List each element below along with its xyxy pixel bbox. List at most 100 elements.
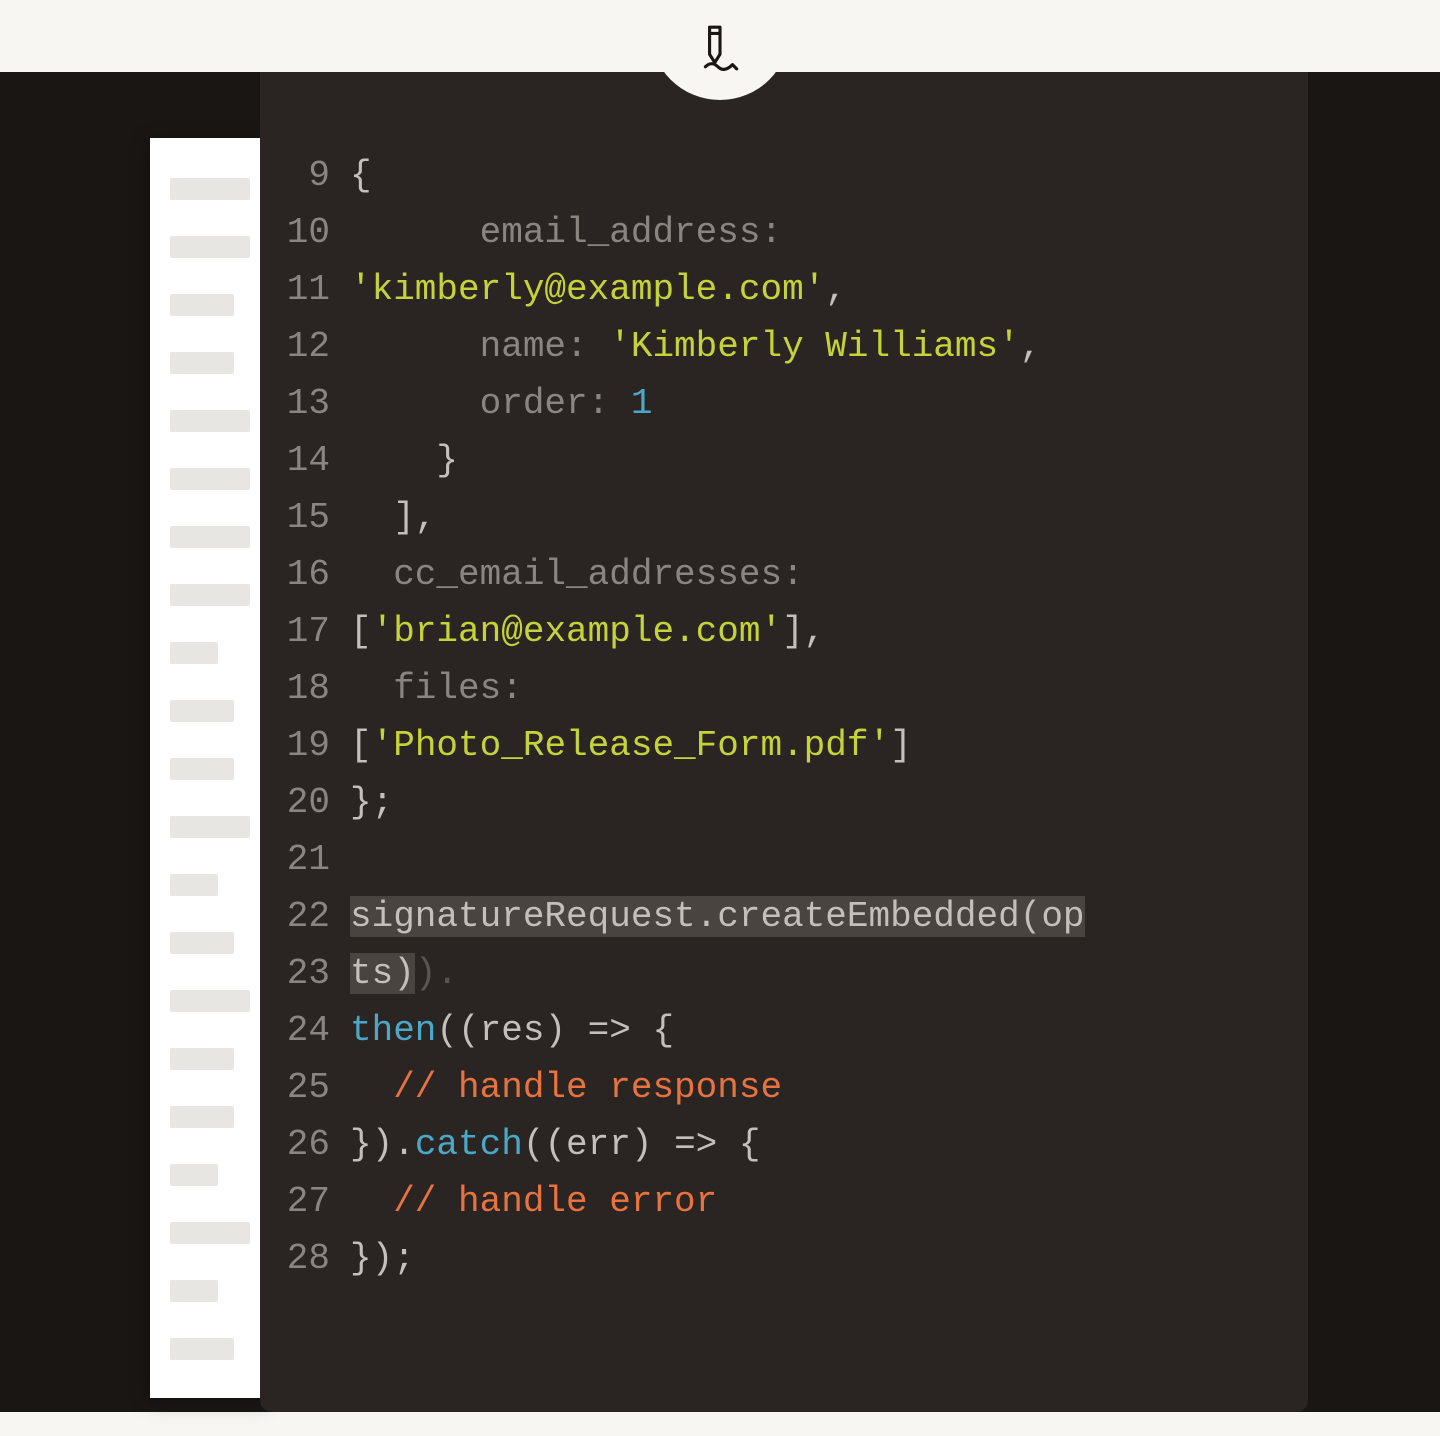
doc-placeholder-line: [170, 1222, 250, 1244]
doc-placeholder-line: [170, 352, 234, 374]
code-line[interactable]: 21: [280, 831, 1288, 888]
code-token: };: [350, 782, 393, 823]
code-content[interactable]: signatureRequest.createEmbedded(op: [350, 888, 1288, 945]
code-line[interactable]: 13 order: 1: [280, 375, 1288, 432]
doc-placeholder-line: [170, 1280, 218, 1302]
code-content[interactable]: ],: [350, 489, 1288, 546]
line-number: 12: [280, 318, 350, 375]
doc-placeholder-line: [170, 1338, 234, 1360]
code-token: [: [350, 725, 372, 766]
code-line[interactable]: 27 // handle error: [280, 1173, 1288, 1230]
code-token: name:: [350, 326, 609, 367]
code-line[interactable]: 28});: [280, 1230, 1288, 1287]
code-line[interactable]: 16 cc_email_addresses:: [280, 546, 1288, 603]
code-line[interactable]: 19['Photo_Release_Form.pdf']: [280, 717, 1288, 774]
code-line[interactable]: 12 name: 'Kimberly Williams',: [280, 318, 1288, 375]
doc-placeholder-line: [170, 932, 234, 954]
code-line[interactable]: 14 }: [280, 432, 1288, 489]
code-line[interactable]: 20};: [280, 774, 1288, 831]
code-token: cc_email_addresses:: [350, 554, 804, 595]
code-content[interactable]: // handle error: [350, 1173, 1288, 1230]
code-editor[interactable]: 9{10 email_address:11'kimberly@example.c…: [260, 72, 1308, 1412]
code-token: // handle response: [350, 1067, 782, 1108]
code-line[interactable]: 10 email_address:: [280, 204, 1288, 261]
code-token: ,: [1020, 326, 1042, 367]
code-token: catch: [415, 1124, 523, 1165]
code-content[interactable]: }).catch((err) => {: [350, 1116, 1288, 1173]
line-number: 10: [280, 204, 350, 261]
line-number: 25: [280, 1059, 350, 1116]
code-content[interactable]: {: [350, 147, 1288, 204]
code-content[interactable]: // handle response: [350, 1059, 1288, 1116]
code-token: email_address:: [350, 212, 782, 253]
code-token: then: [350, 1010, 436, 1051]
doc-placeholder-line: [170, 990, 250, 1012]
code-content[interactable]: ts)).: [350, 945, 1288, 1002]
code-token: });: [350, 1238, 415, 1279]
code-token: signatureRequest.createEmbedded(op: [350, 896, 1085, 937]
code-token: }).: [350, 1124, 415, 1165]
code-line[interactable]: 11'kimberly@example.com',: [280, 261, 1288, 318]
doc-placeholder-line: [170, 1048, 234, 1070]
code-content[interactable]: files:: [350, 660, 1288, 717]
doc-placeholder-line: [170, 178, 250, 200]
code-line[interactable]: 23ts)).: [280, 945, 1288, 1002]
line-number: 15: [280, 489, 350, 546]
code-content[interactable]: name: 'Kimberly Williams',: [350, 318, 1288, 375]
code-line[interactable]: 22signatureRequest.createEmbedded(op: [280, 888, 1288, 945]
code-token: }: [350, 440, 458, 481]
line-number: 24: [280, 1002, 350, 1059]
code-content[interactable]: });: [350, 1230, 1288, 1287]
code-line[interactable]: 25 // handle response: [280, 1059, 1288, 1116]
doc-placeholder-line: [170, 758, 234, 780]
doc-placeholder-line: [170, 236, 250, 258]
line-number: 26: [280, 1116, 350, 1173]
code-line[interactable]: 17['brian@example.com'],: [280, 603, 1288, 660]
code-token: 1: [631, 383, 653, 424]
code-line[interactable]: 9{: [280, 147, 1288, 204]
code-token: // handle error: [350, 1181, 717, 1222]
code-content[interactable]: ['brian@example.com'],: [350, 603, 1288, 660]
code-content[interactable]: ['Photo_Release_Form.pdf']: [350, 717, 1288, 774]
code-content[interactable]: then((res) => {: [350, 1002, 1288, 1059]
doc-placeholder-line: [170, 526, 250, 548]
code-content[interactable]: email_address:: [350, 204, 1288, 261]
line-number: 22: [280, 888, 350, 945]
code-token: files:: [350, 668, 523, 709]
code-token: 'kimberly@example.com': [350, 269, 825, 310]
doc-placeholder-line: [170, 642, 218, 664]
line-number: 18: [280, 660, 350, 717]
doc-placeholder-line: [170, 1106, 234, 1128]
code-token: ],: [782, 611, 825, 652]
line-number: 20: [280, 774, 350, 831]
code-line[interactable]: 24then((res) => {: [280, 1002, 1288, 1059]
line-number: 19: [280, 717, 350, 774]
code-content[interactable]: cc_email_addresses:: [350, 546, 1288, 603]
code-line[interactable]: 18 files:: [280, 660, 1288, 717]
code-token: ts): [350, 953, 415, 994]
doc-placeholder-line: [170, 410, 250, 432]
doc-placeholder-line: [170, 1164, 218, 1186]
code-token: ,: [825, 269, 847, 310]
pencil-signature-icon: [690, 18, 750, 78]
line-number: 28: [280, 1230, 350, 1287]
line-number: 13: [280, 375, 350, 432]
code-content[interactable]: };: [350, 774, 1288, 831]
line-number: 17: [280, 603, 350, 660]
code-token: [: [350, 611, 372, 652]
code-token: ((err) => {: [523, 1124, 761, 1165]
code-token: ).: [415, 953, 458, 994]
code-token: ]: [890, 725, 912, 766]
line-number: 9: [280, 147, 350, 204]
code-line[interactable]: 15 ],: [280, 489, 1288, 546]
line-number: 14: [280, 432, 350, 489]
code-content[interactable]: order: 1: [350, 375, 1288, 432]
doc-placeholder-line: [170, 816, 250, 838]
code-content[interactable]: 'kimberly@example.com',: [350, 261, 1288, 318]
code-content[interactable]: }: [350, 432, 1288, 489]
code-line[interactable]: 26}).catch((err) => {: [280, 1116, 1288, 1173]
line-number: 27: [280, 1173, 350, 1230]
doc-placeholder-line: [170, 874, 218, 896]
doc-placeholder-line: [170, 468, 250, 490]
code-token: 'Photo_Release_Form.pdf': [372, 725, 890, 766]
